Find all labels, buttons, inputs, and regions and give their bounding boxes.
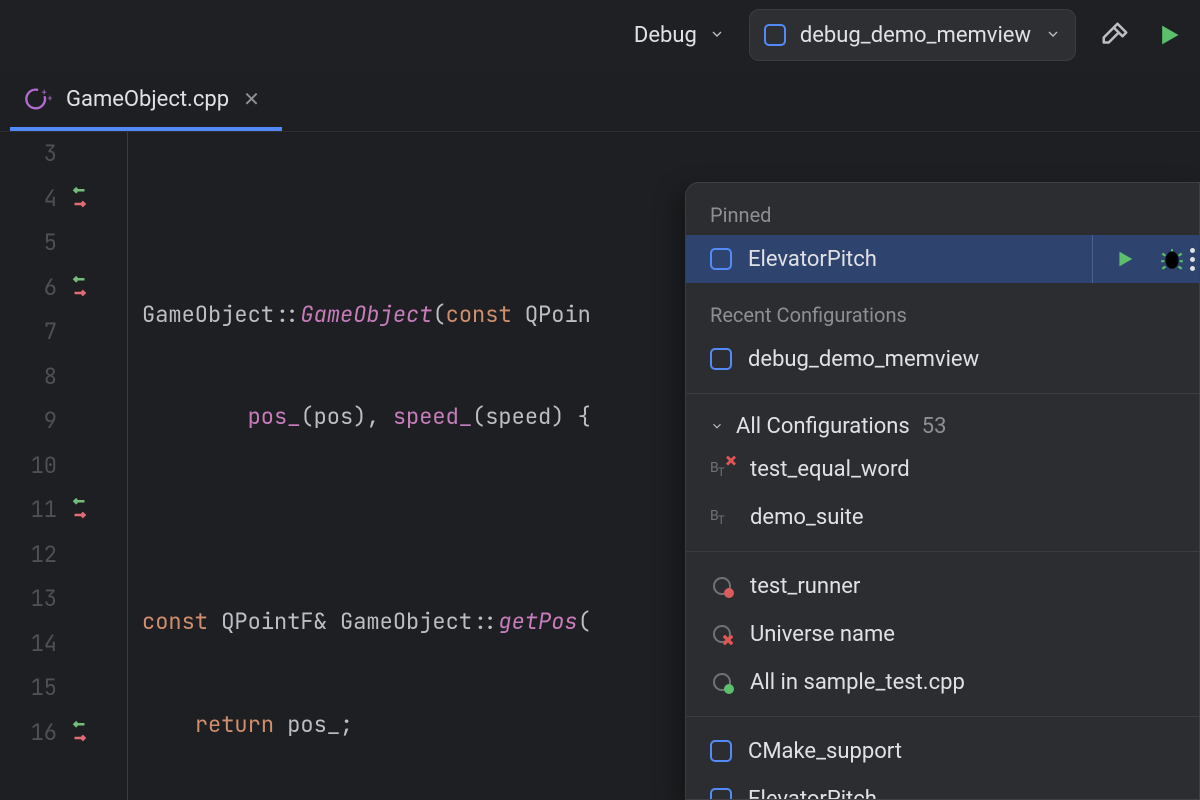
run-button[interactable]: [1154, 21, 1182, 49]
line-number: 6: [0, 266, 127, 311]
line-number-gutter: 345678910111213141516: [0, 132, 128, 800]
editor-area: 345678910111213141516 GameObject::GameOb…: [0, 132, 1200, 800]
divider: [686, 716, 1199, 717]
close-tab-button[interactable]: ✕: [243, 87, 260, 111]
build-button[interactable]: [1100, 20, 1130, 50]
boost-test-icon: BT: [710, 508, 734, 527]
config-item[interactable]: CMake_support: [686, 727, 1199, 775]
recent-section-label: Recent Configurations: [686, 283, 1199, 335]
line-number: 11: [0, 488, 127, 533]
pinned-section-label: Pinned: [686, 183, 1199, 235]
run-config-label: debug_demo_memview: [800, 23, 1031, 48]
gtest-icon: [710, 574, 734, 598]
line-number: 13: [0, 577, 127, 622]
code-token: QPoin: [512, 300, 591, 329]
build-mode-dropdown[interactable]: Debug: [634, 23, 725, 48]
config-item[interactable]: ElevatorPitch: [686, 775, 1199, 800]
svg-text:+: +: [47, 93, 52, 104]
line-number: 4: [0, 177, 127, 222]
config-label: Universe name: [750, 622, 1185, 647]
line-number: 7: [0, 310, 127, 355]
chevron-down-icon: [1045, 23, 1061, 48]
config-label: ElevatorPitch: [748, 787, 1185, 800]
app-icon: [710, 788, 732, 800]
code-token: [142, 710, 195, 739]
code-token: pos_: [142, 402, 300, 431]
pinned-config[interactable]: ElevatorPitch: [686, 235, 1199, 283]
all-configurations-group[interactable]: All Configurations 53: [686, 404, 1199, 445]
code-token: (speed) {: [472, 402, 591, 431]
config-item[interactable]: test_runner: [686, 562, 1199, 610]
config-label: demo_suite: [750, 505, 1185, 530]
code-token: const: [446, 300, 512, 329]
svg-text:+: +: [42, 88, 47, 99]
vcs-change-marker: [67, 274, 97, 302]
line-number: 5: [0, 221, 127, 266]
code-token: pos_;: [274, 710, 353, 739]
vcs-change-marker: [67, 185, 97, 213]
gtest-error-icon: [710, 622, 734, 646]
code-token: (: [578, 607, 591, 636]
config-label: ElevatorPitch: [748, 247, 1076, 272]
cpp-file-icon: ++: [24, 85, 52, 113]
line-number: 15: [0, 666, 127, 711]
code-token: (: [432, 300, 445, 329]
config-label: CMake_support: [748, 739, 1185, 764]
debug-button[interactable]: [1159, 246, 1185, 272]
config-label: debug_demo_memview: [748, 347, 1185, 372]
chevron-down-icon: [710, 414, 724, 439]
editor-tabs: ++ GameObject.cpp ✕: [0, 70, 1200, 132]
line-number: 10: [0, 444, 127, 489]
line-number: 9: [0, 399, 127, 444]
line-number: 14: [0, 622, 127, 667]
code-token: return: [195, 710, 274, 739]
vcs-change-marker: [67, 496, 97, 524]
code-token: const: [142, 607, 208, 636]
line-number: 3: [0, 132, 127, 177]
divider: [686, 393, 1199, 394]
tab-filename: GameObject.cpp: [66, 87, 229, 112]
code-token: getPos: [498, 607, 577, 636]
code-token: speed_: [393, 402, 472, 431]
config-item[interactable]: All in sample_test.cpp: [686, 658, 1199, 706]
all-configurations-count: 53: [922, 414, 947, 439]
app-icon: [764, 24, 786, 46]
app-icon: [710, 248, 732, 270]
vcs-change-marker: [67, 719, 97, 747]
code-token: QPointF& GameObject::: [208, 607, 498, 636]
tab-gameobject-cpp[interactable]: ++ GameObject.cpp ✕: [10, 71, 282, 131]
run-configurations-panel: Pinned ElevatorPitch Recent Configuratio…: [685, 182, 1200, 800]
chevron-down-icon: [709, 23, 725, 48]
build-mode-label: Debug: [634, 23, 697, 48]
code-token: ::: [274, 300, 300, 329]
divider: [686, 551, 1199, 552]
line-number: 8: [0, 355, 127, 400]
config-item[interactable]: Universe name: [686, 610, 1199, 658]
row-actions: [1092, 235, 1185, 283]
code-token: GameObject: [300, 300, 432, 329]
boost-test-error-icon: BT: [710, 460, 734, 479]
config-label: test_equal_word: [750, 457, 1185, 482]
run-button[interactable]: [1113, 248, 1135, 270]
all-configurations-label: All Configurations: [736, 414, 910, 439]
config-label: All in sample_test.cpp: [750, 670, 1185, 695]
app-icon: [710, 348, 732, 370]
gtest-icon: [710, 670, 734, 694]
app-icon: [710, 740, 732, 762]
run-config-dropdown[interactable]: debug_demo_memview: [749, 9, 1076, 61]
config-label: test_runner: [750, 574, 1185, 599]
config-item[interactable]: BT test_equal_word: [686, 445, 1199, 493]
line-number: 12: [0, 533, 127, 578]
recent-config[interactable]: debug_demo_memview: [686, 335, 1199, 383]
toolbar: Debug debug_demo_memview: [0, 0, 1200, 70]
code-token: (pos),: [300, 402, 392, 431]
code-token: GameObject: [142, 300, 274, 329]
line-number: 16: [0, 711, 127, 756]
config-item[interactable]: BT demo_suite: [686, 493, 1199, 541]
more-actions-button[interactable]: [1190, 248, 1195, 271]
